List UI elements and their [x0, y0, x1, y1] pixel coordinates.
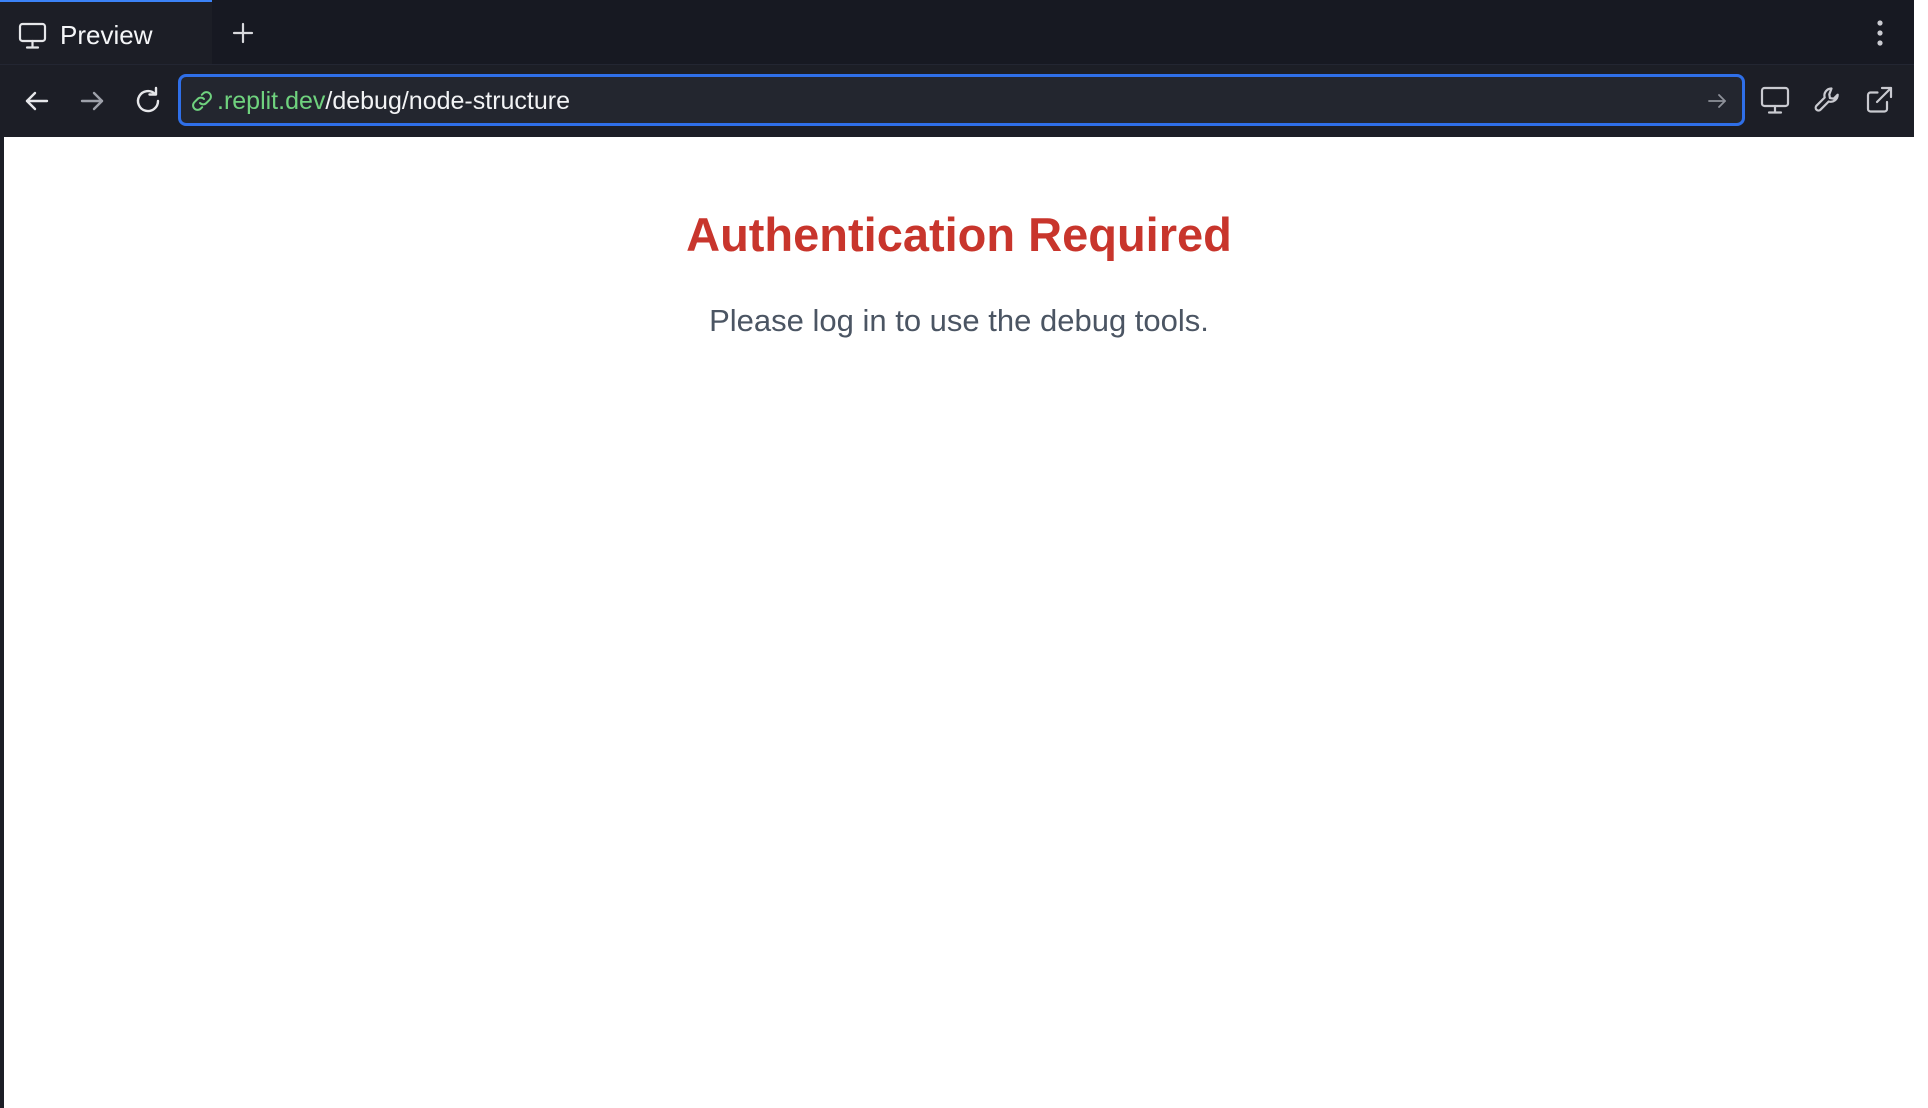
url-text[interactable]: .replit.dev/debug/node-structure	[217, 87, 570, 115]
arrow-right-icon	[76, 85, 108, 117]
browser-window: Preview .replit.dev/debug/node-structure…	[0, 0, 1928, 1108]
address-bar[interactable]: .replit.dev/debug/node-structure	[178, 74, 1745, 126]
link-icon	[190, 89, 214, 113]
page-viewport: Authentication Required Please log in to…	[4, 137, 1914, 1108]
external-link-icon	[1863, 84, 1895, 116]
window-edge	[1914, 0, 1928, 1108]
open-in-new-tab-button[interactable]	[1863, 84, 1895, 116]
page-message: Please log in to use the debug tools.	[709, 303, 1209, 338]
tab-preview[interactable]: Preview	[0, 0, 212, 64]
monitor-icon	[18, 22, 47, 50]
more-options-button[interactable]	[1868, 18, 1892, 48]
wrench-icon	[1812, 84, 1844, 116]
devtools-button[interactable]	[1812, 84, 1844, 116]
reload-button[interactable]	[132, 85, 164, 117]
reload-icon	[132, 85, 164, 117]
arrow-left-icon	[21, 85, 53, 117]
url-path: /debug/node-structure	[325, 87, 570, 115]
kebab-menu-icon	[1868, 18, 1892, 48]
tab-label: Preview	[60, 20, 153, 50]
page-title: Authentication Required	[686, 208, 1232, 261]
back-button[interactable]	[21, 85, 53, 117]
url-host: .replit.dev	[217, 87, 326, 115]
arrow-right-icon[interactable]	[1706, 90, 1728, 112]
navigation-bar: .replit.dev/debug/node-structure	[0, 65, 1914, 137]
device-preview-button[interactable]	[1759, 84, 1791, 116]
tab-bar: Preview	[0, 0, 1914, 65]
monitor-icon	[1759, 84, 1791, 116]
forward-button[interactable]	[76, 85, 108, 117]
plus-icon	[230, 20, 256, 46]
new-tab-button[interactable]	[230, 20, 256, 46]
